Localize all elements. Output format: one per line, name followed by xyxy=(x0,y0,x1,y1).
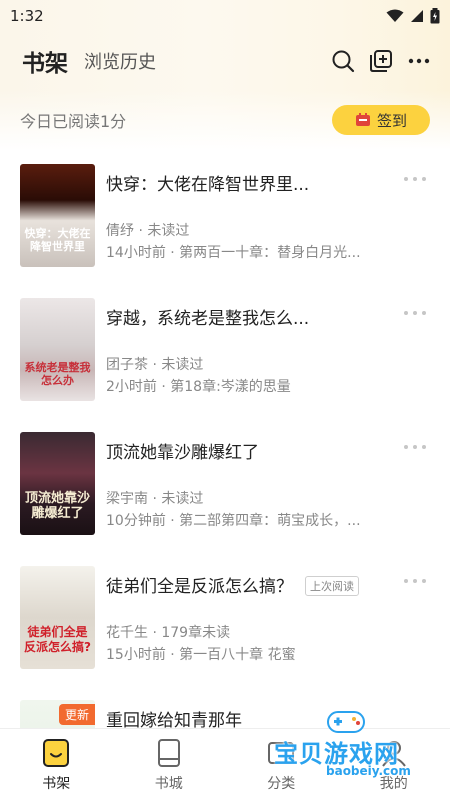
cover-title: 快穿：大佬在降智世界里 xyxy=(24,227,91,253)
tab-browse-history[interactable]: 浏览历史 xyxy=(84,48,156,74)
book-item[interactable]: 系统老是整我怎么办 穿越，系统老是整我怎么... 团子茶 · 未读过 2小时前 … xyxy=(0,298,450,432)
book-cover[interactable]: 快穿：大佬在降智世界里 xyxy=(20,164,95,267)
more-menu-icon[interactable] xyxy=(406,48,432,74)
watermark-url: baobeiy.com xyxy=(326,764,411,778)
book-list: 快穿：大佬在降智世界里 快穿：大佬在降智世界里... 倩纾 · 未读过 14小时… xyxy=(0,164,450,800)
add-book-icon[interactable] xyxy=(368,48,394,74)
battery-icon xyxy=(430,8,440,24)
book-item[interactable]: 顶流她靠沙雕爆红了 顶流她靠沙雕爆红了 梁宇南 · 未读过 10分钟前 · 第二… xyxy=(0,432,450,566)
reading-summary: 今日已阅读1分 签到 xyxy=(0,104,450,136)
bookshelf-icon xyxy=(43,739,70,767)
status-icons xyxy=(386,8,440,24)
status-time: 1:32 xyxy=(10,7,44,25)
book-cover[interactable]: 系统老是整我怎么办 xyxy=(20,298,95,401)
book-author-status: 梁宇南 · 未读过 xyxy=(106,491,204,507)
book-title: 快穿：大佬在降智世界里... xyxy=(106,175,310,195)
top-header: 书架 浏览历史 xyxy=(0,42,450,80)
book-icon xyxy=(157,739,180,767)
book-progress: 15小时前 · 第一百八十章 花蜜 xyxy=(106,647,296,663)
signal-icon xyxy=(411,10,423,22)
more-options-icon[interactable] xyxy=(404,576,426,586)
status-bar: 1:32 xyxy=(0,0,450,32)
book-title: 徒弟们全是反派怎么搞？ 上次阅读 xyxy=(106,572,359,597)
more-options-icon[interactable] xyxy=(404,308,426,318)
book-item[interactable]: 快穿：大佬在降智世界里 快穿：大佬在降智世界里... 倩纾 · 未读过 14小时… xyxy=(0,164,450,298)
book-cover[interactable]: 徒弟们全是反派怎么搞? xyxy=(20,566,95,669)
more-options-icon[interactable] xyxy=(404,174,426,184)
checkin-icon xyxy=(355,113,370,126)
book-cover[interactable]: 顶流她靠沙雕爆红了 xyxy=(20,432,95,535)
cover-title: 顶流她靠沙雕爆红了 xyxy=(24,491,90,521)
book-progress: 10分钟前 · 第二部第四章：萌宝成长，... xyxy=(106,513,361,529)
checkin-label: 签到 xyxy=(376,111,407,130)
book-title-text: 徒弟们全是反派怎么搞？ xyxy=(106,577,293,597)
update-badge: 更新 xyxy=(58,704,95,725)
tab-bookshelf[interactable]: 书架 xyxy=(22,44,68,78)
book-progress: 2小时前 · 第18章:岑漾的思量 xyxy=(106,379,291,395)
watermark: 宝贝游戏网 baobeiy.com xyxy=(274,706,424,786)
search-icon[interactable] xyxy=(330,48,356,74)
book-progress: 14小时前 · 第两百一十章：替身白月光... xyxy=(106,245,361,261)
book-item[interactable]: 徒弟们全是反派怎么搞? 徒弟们全是反派怎么搞？ 上次阅读 花千生 · 179章未读… xyxy=(0,566,450,700)
last-read-tag: 上次阅读 xyxy=(305,576,359,596)
more-options-icon[interactable] xyxy=(404,442,426,452)
gamepad-logo-icon xyxy=(327,711,365,733)
nav-bookshelf[interactable]: 书架 xyxy=(0,729,113,800)
cover-title: 徒弟们全是反派怎么搞? xyxy=(24,625,91,654)
book-title: 顶流她靠沙雕爆红了 xyxy=(106,443,259,463)
cover-title: 系统老是整我怎么办 xyxy=(24,361,91,387)
nav-bookstore[interactable]: 书城 xyxy=(113,729,226,800)
today-reading-text: 今日已阅读1分 xyxy=(20,112,127,131)
book-author-status: 倩纾 · 未读过 xyxy=(106,223,190,239)
nav-label: 书城 xyxy=(154,776,183,792)
nav-label: 书架 xyxy=(42,776,71,792)
book-author-status: 团子茶 · 未读过 xyxy=(106,357,204,373)
book-title: 穿越，系统老是整我怎么... xyxy=(106,309,310,329)
wifi-icon xyxy=(386,9,404,22)
book-author-status: 花千生 · 179章未读 xyxy=(106,625,231,641)
checkin-button[interactable]: 签到 xyxy=(332,105,430,135)
